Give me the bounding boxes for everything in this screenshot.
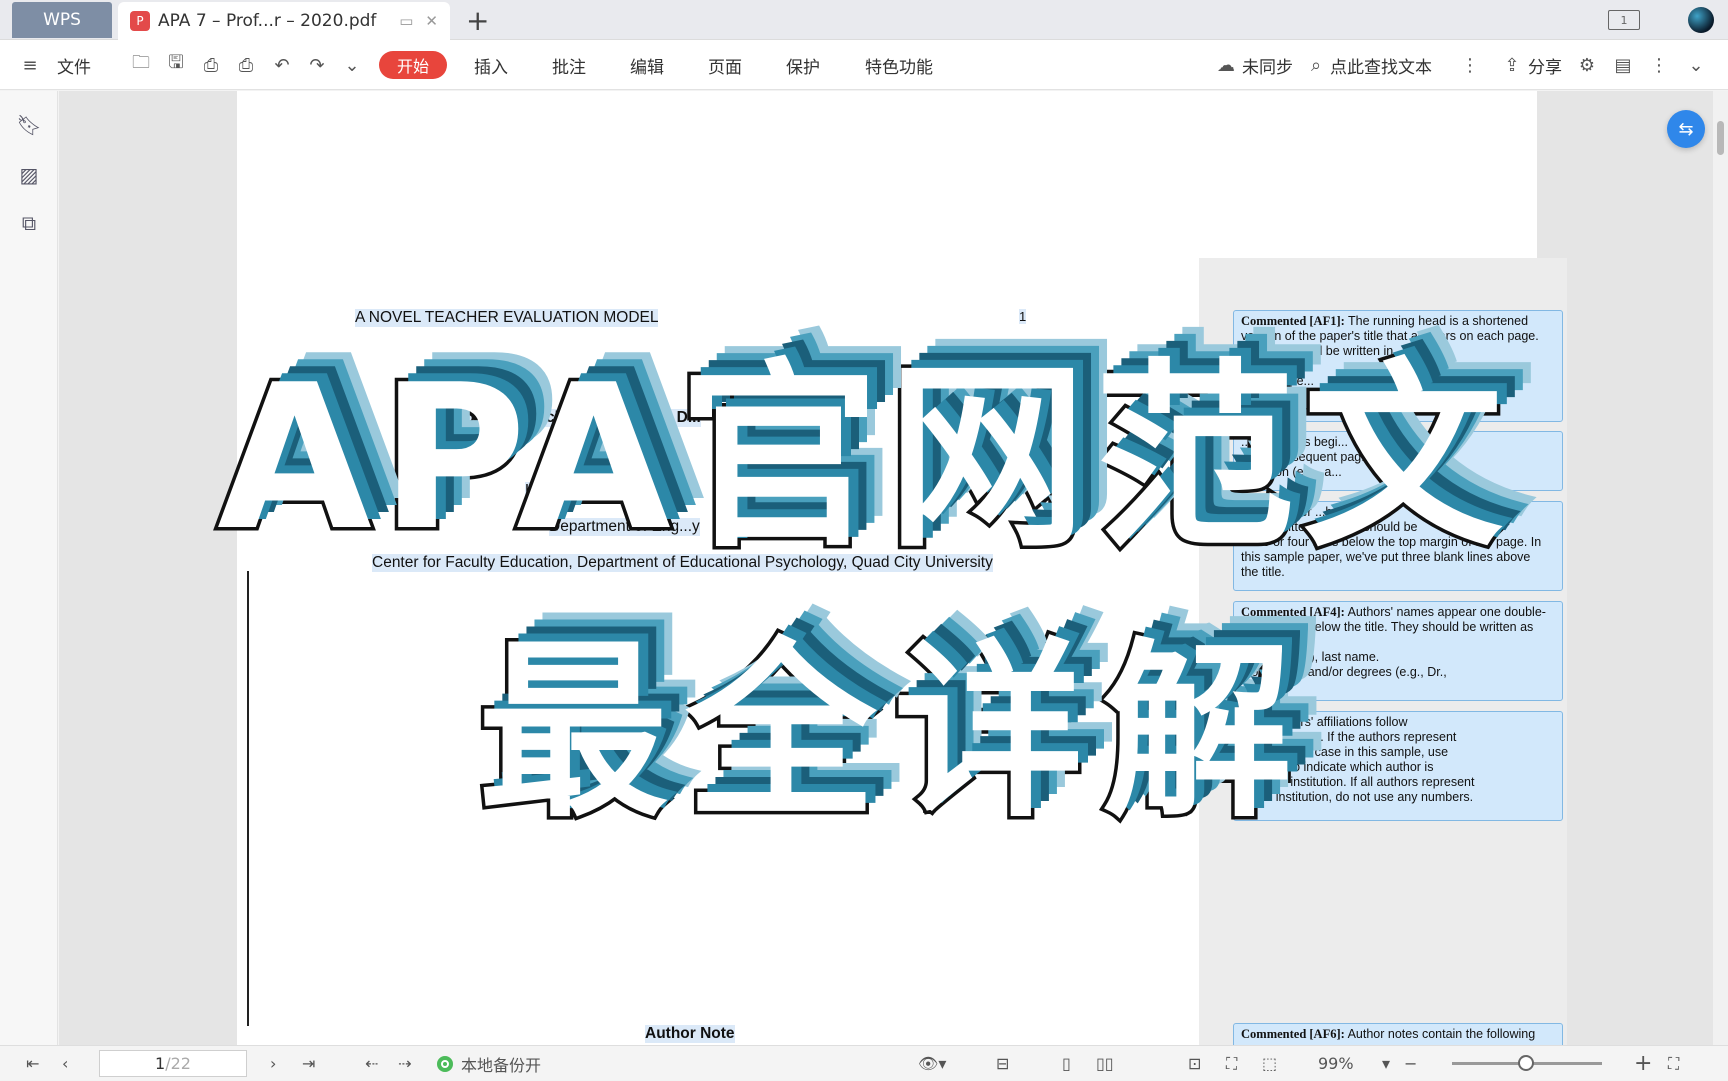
zoom-level[interactable]: 99%	[1318, 1046, 1354, 1081]
new-tab-button[interactable]: +	[466, 4, 489, 37]
cloud-sync-icon[interactable]: ☁	[1214, 53, 1238, 77]
scrollbar-thumb[interactable]	[1717, 121, 1724, 155]
comment-6[interactable]: Commented [AF6]: Author notes contain th…	[1233, 1023, 1563, 1045]
author-note-heading[interactable]: Author Note	[645, 1025, 735, 1043]
backup-label: 本地备份开	[461, 1055, 542, 1075]
eye-protection-icon[interactable]: 👁︎▾	[918, 1046, 946, 1081]
window-layout-icon[interactable]: 1	[1608, 10, 1640, 30]
page-number-input[interactable]: 1/22	[99, 1050, 247, 1077]
open-folder-icon[interactable]: 🗀	[129, 52, 153, 77]
search-icon[interactable]: ⌕	[1304, 53, 1328, 77]
more-vertical-icon[interactable]: ⋮	[1458, 53, 1482, 77]
local-backup-status[interactable]: 本地备份开	[437, 1046, 541, 1081]
more-options-icon[interactable]: ⋮	[1647, 53, 1671, 77]
save-icon[interactable]: 🖫	[164, 52, 188, 77]
close-tab-icon[interactable]: ✕	[425, 12, 438, 30]
menu-edit[interactable]: 编辑	[630, 40, 664, 90]
fullscreen-icon[interactable]: ⛶	[1668, 1046, 1679, 1081]
floating-convert-button[interactable]: ⇆	[1667, 110, 1705, 148]
backup-status-icon	[437, 1055, 453, 1072]
undo-icon[interactable]: ↶	[270, 53, 294, 77]
monitor-icon[interactable]: ▭	[399, 12, 413, 30]
menu-features[interactable]: 特色功能	[865, 40, 933, 90]
menu-annotate[interactable]: 批注	[552, 40, 586, 90]
last-page-icon[interactable]: ⇥	[302, 1046, 315, 1081]
fit-page-icon[interactable]: ⛶	[1226, 1046, 1237, 1081]
total-pages: /22	[165, 1054, 191, 1073]
pdf-to-word-icon[interactable]: ⧉	[17, 211, 41, 235]
wps-home-tab[interactable]: WPS	[12, 2, 112, 38]
overlay-title-line2: 最全详解	[474, 619, 1310, 847]
share-button[interactable]: 分享	[1528, 40, 1562, 90]
document-tab[interactable]: P APA 7 – Prof...r – 2020.pdf ▭ ✕	[118, 2, 450, 40]
more-quick-access-icon[interactable]: ⌄	[340, 53, 364, 77]
share-icon[interactable]: ⇪	[1500, 53, 1524, 77]
settings-gear-icon[interactable]: ⚙	[1575, 53, 1599, 77]
next-view-icon[interactable]: ⇢	[398, 1046, 411, 1081]
actual-size-icon[interactable]: ⊡	[1188, 1046, 1201, 1081]
collapse-ribbon-icon[interactable]: ⌄	[1684, 53, 1708, 77]
zoom-out-icon[interactable]: −	[1404, 1046, 1417, 1081]
single-page-view-icon[interactable]: ⊟	[996, 1046, 1009, 1081]
first-page-icon[interactable]: ⇤	[26, 1046, 39, 1081]
menu-insert[interactable]: 插入	[474, 40, 508, 90]
bookmark-icon[interactable]: 🔖︎	[16, 113, 41, 137]
continuous-view-icon[interactable]: ▯	[1062, 1046, 1071, 1081]
file-menu[interactable]: 文件	[57, 40, 91, 90]
fit-width-icon[interactable]: ⬚	[1262, 1046, 1277, 1081]
menu-protect[interactable]: 保护	[786, 40, 820, 90]
start-tab[interactable]: 开始	[379, 51, 447, 79]
zoom-slider-handle[interactable]	[1518, 1055, 1534, 1071]
prev-page-icon[interactable]: ‹	[62, 1046, 68, 1081]
image-thumbnail-icon[interactable]: ▨	[17, 163, 41, 187]
zoom-dropdown-icon[interactable]: ▾	[1382, 1046, 1390, 1081]
document-tab-title: APA 7 – Prof...r – 2020.pdf	[158, 11, 377, 31]
print-icon[interactable]: ⎙	[234, 53, 258, 77]
main-toolbar: ≡ 文件 🗀 🖫 ⎙ ⎙ ↶ ↷ ⌄ 开始 插入 批注 编辑 页面 保护 特色功…	[0, 40, 1728, 90]
two-page-view-icon[interactable]: ▯▯	[1096, 1046, 1114, 1081]
find-text-button[interactable]: 点此查找文本	[1330, 40, 1432, 90]
menu-page[interactable]: 页面	[708, 40, 742, 90]
sync-status[interactable]: 未同步	[1242, 40, 1293, 90]
pdf-file-icon: P	[130, 11, 150, 31]
zoom-in-icon[interactable]: +	[1634, 1046, 1652, 1081]
next-page-icon[interactable]: ›	[270, 1046, 276, 1081]
redo-icon[interactable]: ↷	[305, 53, 329, 77]
status-bar: ⇤ ‹ 1/22 › ⇥ ⇠ ⇢ 本地备份开 👁︎▾ ⊟ ▯ ▯▯ ⊡ ⛶ ⬚ …	[0, 1045, 1728, 1080]
overlay-title-line1: APA官网范文	[214, 339, 1511, 579]
comment-icon[interactable]: ▤	[1611, 53, 1635, 77]
previous-view-icon[interactable]: ⇠	[365, 1046, 378, 1081]
hamburger-menu-icon[interactable]: ≡	[18, 53, 42, 77]
user-avatar[interactable]	[1688, 7, 1714, 33]
current-page: 1	[155, 1054, 166, 1073]
tab-bar: WPS P APA 7 – Prof...r – 2020.pdf ▭ ✕ + …	[0, 0, 1728, 40]
print-preview-icon[interactable]: ⎙	[199, 53, 223, 77]
